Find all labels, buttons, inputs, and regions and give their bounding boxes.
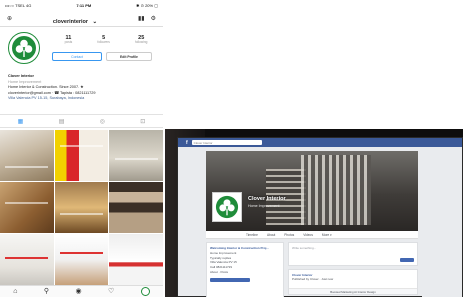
photo-thumbnail[interactable] [109, 130, 163, 181]
posts-count[interactable]: 11 posts [65, 35, 73, 45]
timeline-post: Clover Interior Published by Clover · Ju… [288, 269, 418, 295]
facebook-page-screen: f Clover Interior Clover Interior Home I… [177, 137, 463, 297]
avatar[interactable] [8, 32, 40, 64]
followers-count[interactable]: 5 followers [97, 35, 110, 45]
carrier-text: •••○○ TSEL 4G [5, 3, 32, 8]
cover-building-shape [301, 155, 371, 225]
page-tabs: Timeline About Photos Videos More ▾ [206, 231, 418, 239]
post-composer[interactable]: Write something... [288, 242, 418, 266]
address-link[interactable]: Villa Valencia PV 15-15, Surabaya, Indon… [8, 96, 158, 102]
profile-summary: 11 posts 5 followers 25 following Contac… [0, 29, 163, 69]
photo-thumbnail[interactable] [54, 234, 109, 285]
username: cloverinterior [52, 18, 89, 25]
page-about-card: Welcoming Interior & Construction Proj..… [206, 242, 284, 297]
search-input[interactable]: Clover Interior [191, 140, 262, 145]
heart-icon[interactable]: ♡ [108, 288, 114, 295]
page-avatar[interactable] [212, 192, 242, 222]
right-sidebar [422, 151, 462, 297]
camera-icon[interactable]: ◉ [75, 288, 81, 295]
stat-label: posts [64, 40, 73, 45]
chevron-down-icon: ⌄ [92, 18, 98, 25]
profile-bio: Clover Interior Home Improvement Home In… [8, 74, 158, 102]
username-switcher[interactable]: cloverinterior ⌄ [53, 10, 97, 28]
publish-button[interactable] [400, 258, 414, 262]
photo-thumbnail[interactable] [0, 182, 54, 233]
photo-thumbnail[interactable] [109, 182, 163, 233]
about-line: About · Posts [210, 269, 229, 274]
tab-more[interactable]: More ▾ [322, 233, 332, 237]
gear-icon[interactable]: ⚙ [151, 16, 156, 22]
tab-videos[interactable]: Videos [303, 233, 313, 237]
timeline-column: Write something... Clover Interior Publi… [288, 242, 418, 297]
tab-timeline[interactable]: Timeline [246, 233, 258, 237]
composer-placeholder: Write something... [292, 246, 317, 250]
contact-button[interactable]: Contact [52, 52, 102, 61]
clover-logo-icon [12, 36, 36, 60]
tab-photos[interactable]: Photos [284, 233, 294, 237]
profile-buttons: Contact Edit Profile [52, 52, 152, 61]
following-count[interactable]: 25 following [135, 35, 147, 45]
photo-thumbnail[interactable] [109, 234, 163, 285]
profile-header: ⊕ cloverinterior ⌄ ▮▮ ⚙ [0, 11, 163, 27]
home-icon[interactable]: ⌂ [13, 288, 17, 295]
facebook-logo-icon[interactable]: f [186, 140, 188, 146]
stat-label: followers [97, 40, 110, 45]
battery-text: ✱ ⊙ 20% ▢ [136, 3, 158, 8]
tagged-view-icon[interactable]: ⊡ [140, 118, 145, 125]
photo-thumbnail[interactable] [0, 234, 54, 285]
page-category: Home Improvement [248, 204, 280, 208]
bottom-navigation: ⌂ ⚲ ◉ ♡ [0, 285, 163, 297]
tab-about[interactable]: About [267, 233, 275, 237]
profile-tab-avatar[interactable] [140, 287, 150, 296]
insights-icon[interactable]: ▮▮ [138, 16, 145, 22]
post-meta: Published by Clover · Just now [292, 277, 334, 281]
laptop-facebook-photo: f Clover Interior Clover Interior Home I… [165, 129, 463, 297]
photo-thumbnail[interactable] [0, 130, 54, 181]
photo-grid [0, 130, 163, 285]
photo-thumbnail[interactable] [54, 130, 109, 181]
search-icon[interactable]: ⚲ [44, 288, 49, 295]
stat-label: following [135, 40, 148, 45]
profile-view-tabs: ▦ ▤ ◎ ⊡ [0, 114, 163, 128]
cta-button[interactable] [210, 277, 250, 282]
clover-logo-icon [215, 195, 239, 219]
list-view-icon[interactable]: ▤ [59, 118, 65, 125]
location-view-icon[interactable]: ◎ [100, 118, 105, 125]
facebook-top-bar: f Clover Interior [178, 138, 462, 147]
post-footer[interactable]: Boosted Marketing At Interior Design [289, 288, 417, 294]
photo-thumbnail[interactable] [54, 182, 109, 233]
clock-text: 7:11 PM [76, 3, 92, 8]
grid-view-icon[interactable]: ▦ [18, 118, 24, 125]
add-user-icon[interactable]: ⊕ [7, 16, 12, 22]
edit-profile-button[interactable]: Edit Profile [106, 52, 152, 61]
page-name: Clover Interior [248, 196, 286, 202]
profile-stats: 11 posts 5 followers 25 following [52, 35, 160, 45]
instagram-phone-screen: •••○○ TSEL 4G 7:11 PM ✱ ⊙ 20% ▢ ⊕ clover… [0, 0, 163, 297]
